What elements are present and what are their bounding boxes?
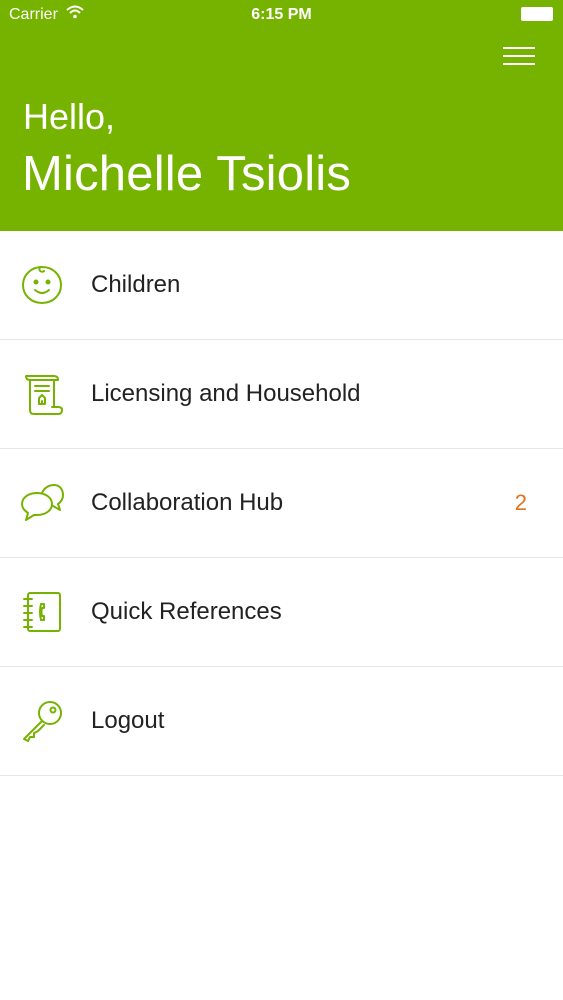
chat-bubbles-icon xyxy=(21,484,64,521)
menu-item-collaboration-hub[interactable]: Collaboration Hub 2 xyxy=(0,449,563,558)
license-scroll-icon xyxy=(25,375,63,415)
menu-item-licensing-household[interactable]: Licensing and Household xyxy=(0,340,563,449)
greeting-text: Hello, xyxy=(23,96,116,137)
menu-item-label: Licensing and Household xyxy=(91,380,361,407)
app-header: Carrier 6:15 PM Hello, Michelle Tsiolis xyxy=(0,0,563,231)
menu-item-label: Logout xyxy=(91,707,165,734)
hamburger-menu-button[interactable] xyxy=(503,44,537,68)
menu-item-logout[interactable]: Logout xyxy=(0,667,563,776)
notification-badge: 2 xyxy=(514,490,527,515)
child-face-icon xyxy=(22,266,62,304)
main-menu: Children Licensing and Household Collabo… xyxy=(0,231,563,776)
clock: 6:15 PM xyxy=(251,6,312,23)
menu-item-label: Children xyxy=(91,271,181,298)
menu-item-label: Quick References xyxy=(91,598,282,625)
battery-icon xyxy=(521,7,553,21)
menu-item-quick-references[interactable]: Quick References xyxy=(0,558,563,667)
key-icon xyxy=(23,701,62,742)
address-book-icon xyxy=(23,592,61,632)
status-bar: Carrier 6:15 PM xyxy=(0,0,563,30)
menu-item-label: Collaboration Hub xyxy=(91,489,284,516)
user-name: Michelle Tsiolis xyxy=(22,147,352,201)
menu-item-children[interactable]: Children xyxy=(0,231,563,340)
